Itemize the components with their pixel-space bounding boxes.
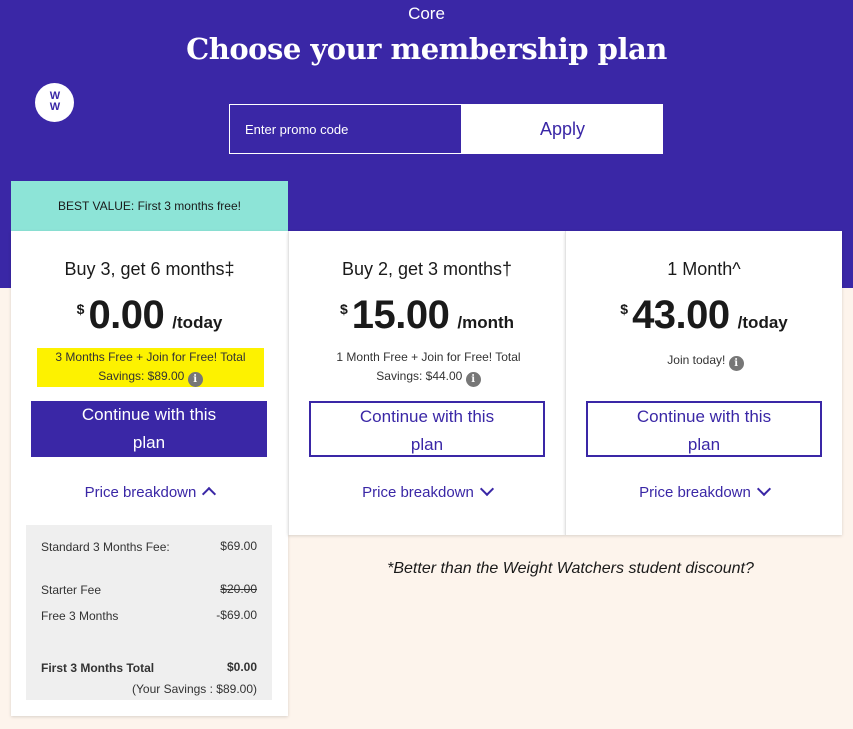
savings-text: 3 Months Free + Join for Free! Total Sav…	[37, 348, 264, 387]
info-icon[interactable]: i	[465, 372, 481, 387]
promo-form: Apply	[229, 104, 663, 154]
breakdown-row: Starter Fee $20.00	[41, 582, 257, 599]
breakdown-total-row: First 3 Months Total $0.00	[41, 660, 257, 677]
breakdown-total-value: $0.00	[226, 660, 257, 674]
savings-label: 1 Month Free + Join for Free! Total Savi…	[336, 350, 521, 383]
breakdown-label: Free 3 Months	[41, 609, 119, 623]
price-breakdown-label: Price breakdown	[84, 484, 197, 501]
plan-price: $ 0.00 /today	[11, 293, 288, 338]
page-subtitle: Core	[408, 4, 445, 23]
page-title: Choose your membership plan	[186, 32, 667, 66]
breakdown-value: -$69.00	[216, 608, 257, 622]
savings-text: 1 Month Free + Join for Free! Total Savi…	[315, 348, 542, 387]
breakdown-savings-note: (Your Savings : $89.00)	[132, 682, 257, 696]
chevron-up-icon	[202, 486, 217, 502]
continue-plan-button[interactable]: Continue with this plan	[309, 401, 545, 457]
price-breakdown-panel: Standard 3 Months Fee: $69.00 Starter Fe…	[26, 525, 272, 700]
price-amount: 0.00	[88, 293, 165, 337]
best-value-badge: BEST VALUE: First 3 months free!	[11, 181, 288, 231]
breakdown-total-label: First 3 Months Total	[41, 661, 155, 675]
plan-name: Buy 2, get 3 months†	[341, 259, 513, 279]
price-breakdown-label: Price breakdown	[639, 484, 751, 501]
price-breakdown-toggle[interactable]: Price breakdown	[566, 481, 842, 501]
chevron-down-icon	[756, 481, 771, 497]
breakdown-label: Standard 3 Months Fee:	[41, 540, 170, 554]
breakdown-row: Free 3 Months -$69.00	[41, 608, 257, 625]
price-breakdown-label: Price breakdown	[362, 484, 474, 501]
plan-name: 1 Month^	[667, 259, 741, 279]
continue-plan-button[interactable]: Continue with this plan	[586, 401, 822, 457]
info-icon[interactable]: i	[187, 372, 203, 387]
price-breakdown-toggle[interactable]: Price breakdown	[289, 481, 565, 501]
price-amount: 15.00	[351, 293, 450, 337]
savings-label: Join today!	[667, 353, 726, 367]
plan-card-1-month: 1 Month^ $ 43.00 /today Join today! i Co…	[565, 231, 842, 535]
caption-text: *Better than the Weight Watchers student…	[387, 560, 754, 577]
chevron-down-icon	[479, 481, 494, 497]
plan-card-2-months: Buy 2, get 3 months† $ 15.00 /month 1 Mo…	[288, 231, 565, 535]
apply-button[interactable]: Apply	[462, 104, 663, 154]
plan-price: $ 15.00 /month	[289, 293, 565, 338]
price-period: /today	[737, 313, 788, 332]
ww-logo[interactable]: WW	[35, 83, 74, 122]
info-icon[interactable]: i	[728, 356, 744, 371]
price-period: /month	[457, 313, 515, 332]
breakdown-row: Standard 3 Months Fee: $69.00	[41, 539, 257, 556]
price-period: /today	[172, 313, 223, 332]
plan-card-3-months: Buy 3, get 6 months‡ $ 0.00 /today 3 Mon…	[11, 231, 288, 716]
savings-text: Join today! i	[592, 351, 819, 371]
plan-price: $ 43.00 /today	[566, 293, 842, 338]
savings-label: 3 Months Free + Join for Free! Total Sav…	[55, 350, 246, 383]
promo-code-input[interactable]	[229, 104, 462, 154]
breakdown-value: $20.00	[220, 582, 257, 596]
currency-symbol: $	[620, 301, 629, 317]
continue-plan-button[interactable]: Continue with this plan	[31, 401, 267, 457]
breakdown-label: Starter Fee	[41, 583, 102, 597]
price-breakdown-toggle[interactable]: Price breakdown	[11, 484, 288, 502]
plan-name: Buy 3, get 6 months‡	[64, 259, 235, 279]
currency-symbol: $	[339, 301, 348, 317]
currency-symbol: $	[76, 301, 85, 317]
price-amount: 43.00	[632, 293, 730, 337]
breakdown-value: $69.00	[220, 539, 257, 553]
